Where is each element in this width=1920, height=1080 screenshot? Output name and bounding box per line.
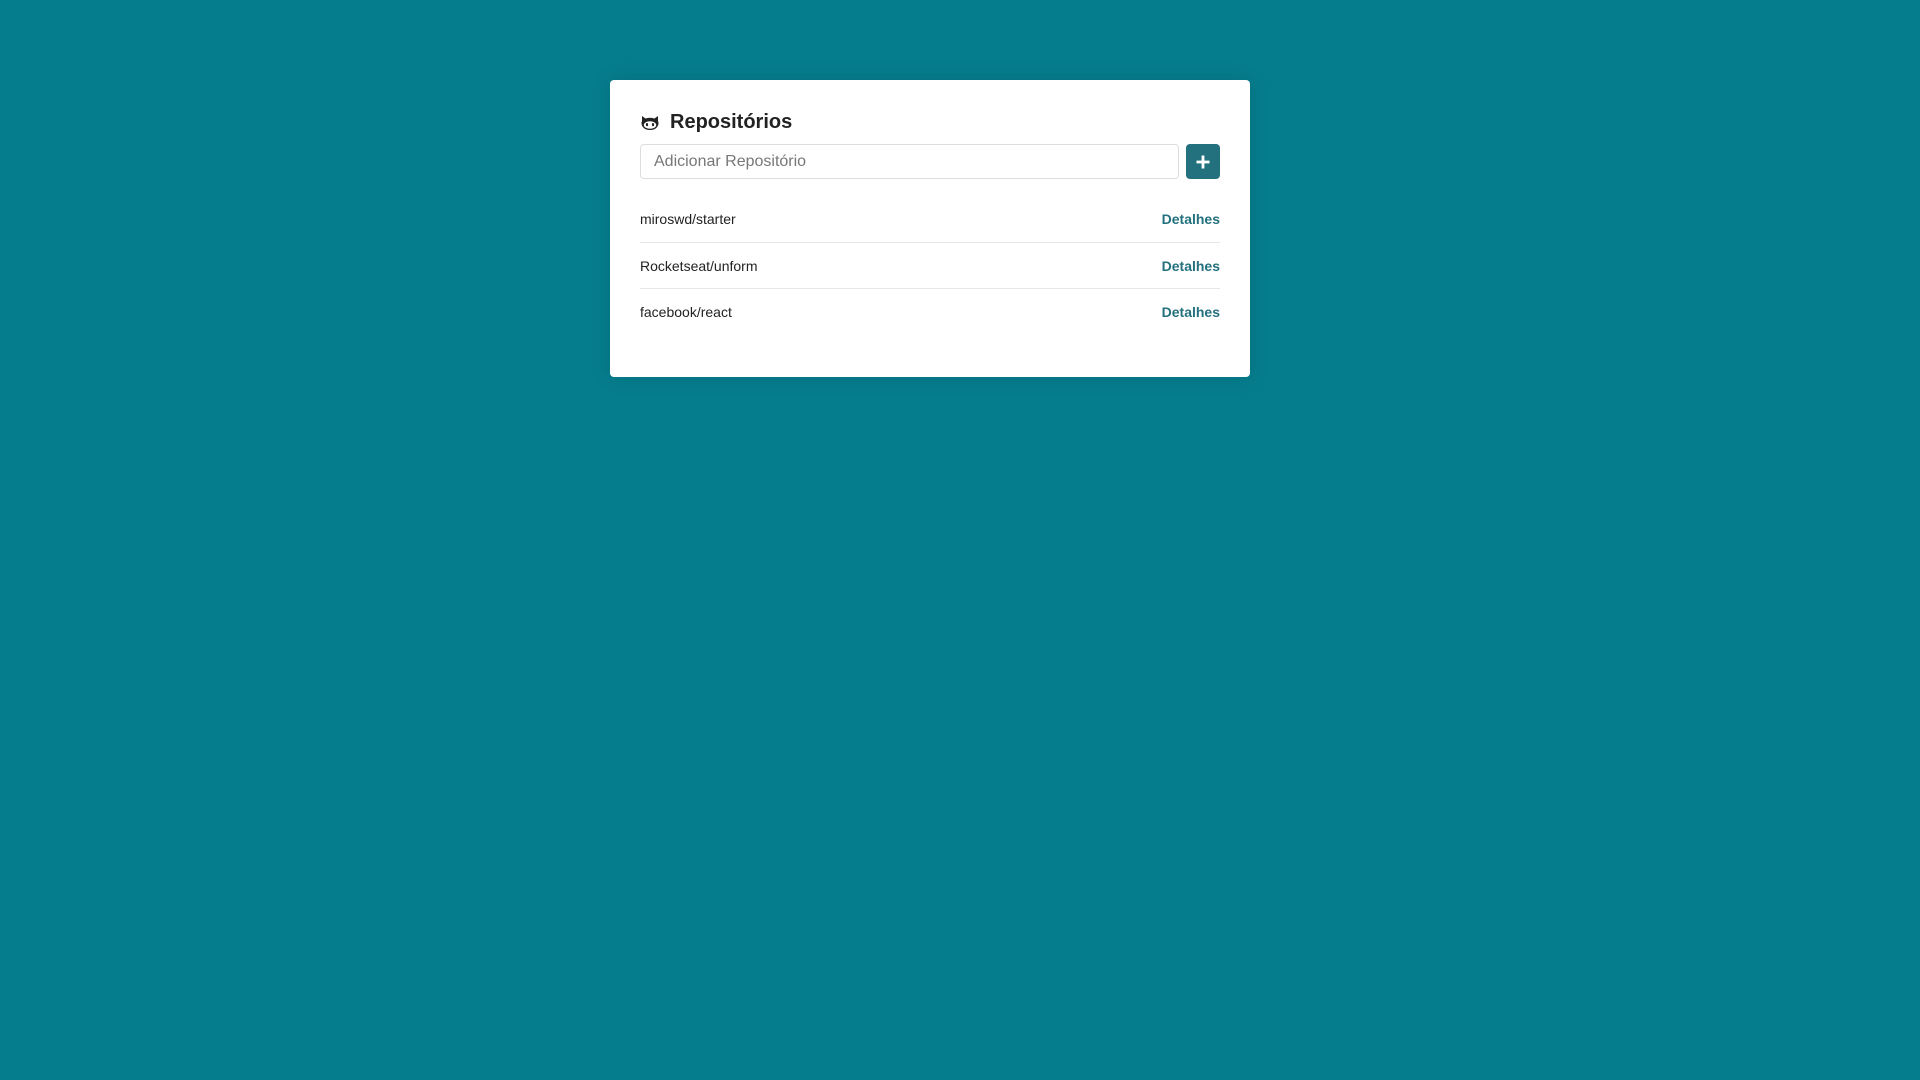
plus-icon <box>1196 155 1210 169</box>
page-title: Repositórios <box>670 111 793 133</box>
repository-input[interactable] <box>640 144 1179 179</box>
list-item: Rocketseat/unform Detalhes <box>640 242 1220 288</box>
details-link[interactable]: Detalhes <box>1162 304 1220 320</box>
add-repository-button[interactable] <box>1186 144 1220 179</box>
repository-name: facebook/react <box>640 303 732 320</box>
list-item: facebook/react Detalhes <box>640 288 1220 334</box>
add-repository-form <box>640 144 1220 179</box>
repository-list: miroswd/starter Detalhes Rocketseat/unfo… <box>640 196 1220 334</box>
header: Repositórios <box>640 110 1220 134</box>
repository-name: miroswd/starter <box>640 211 736 227</box>
repositories-card: Repositórios miroswd/starter Detalhes Ro… <box>610 80 1250 377</box>
list-item: miroswd/starter Detalhes <box>640 196 1220 242</box>
details-link[interactable]: Detalhes <box>1162 211 1220 227</box>
repository-name: Rocketseat/unform <box>640 257 758 274</box>
github-icon <box>640 112 660 132</box>
details-link[interactable]: Detalhes <box>1162 258 1220 274</box>
